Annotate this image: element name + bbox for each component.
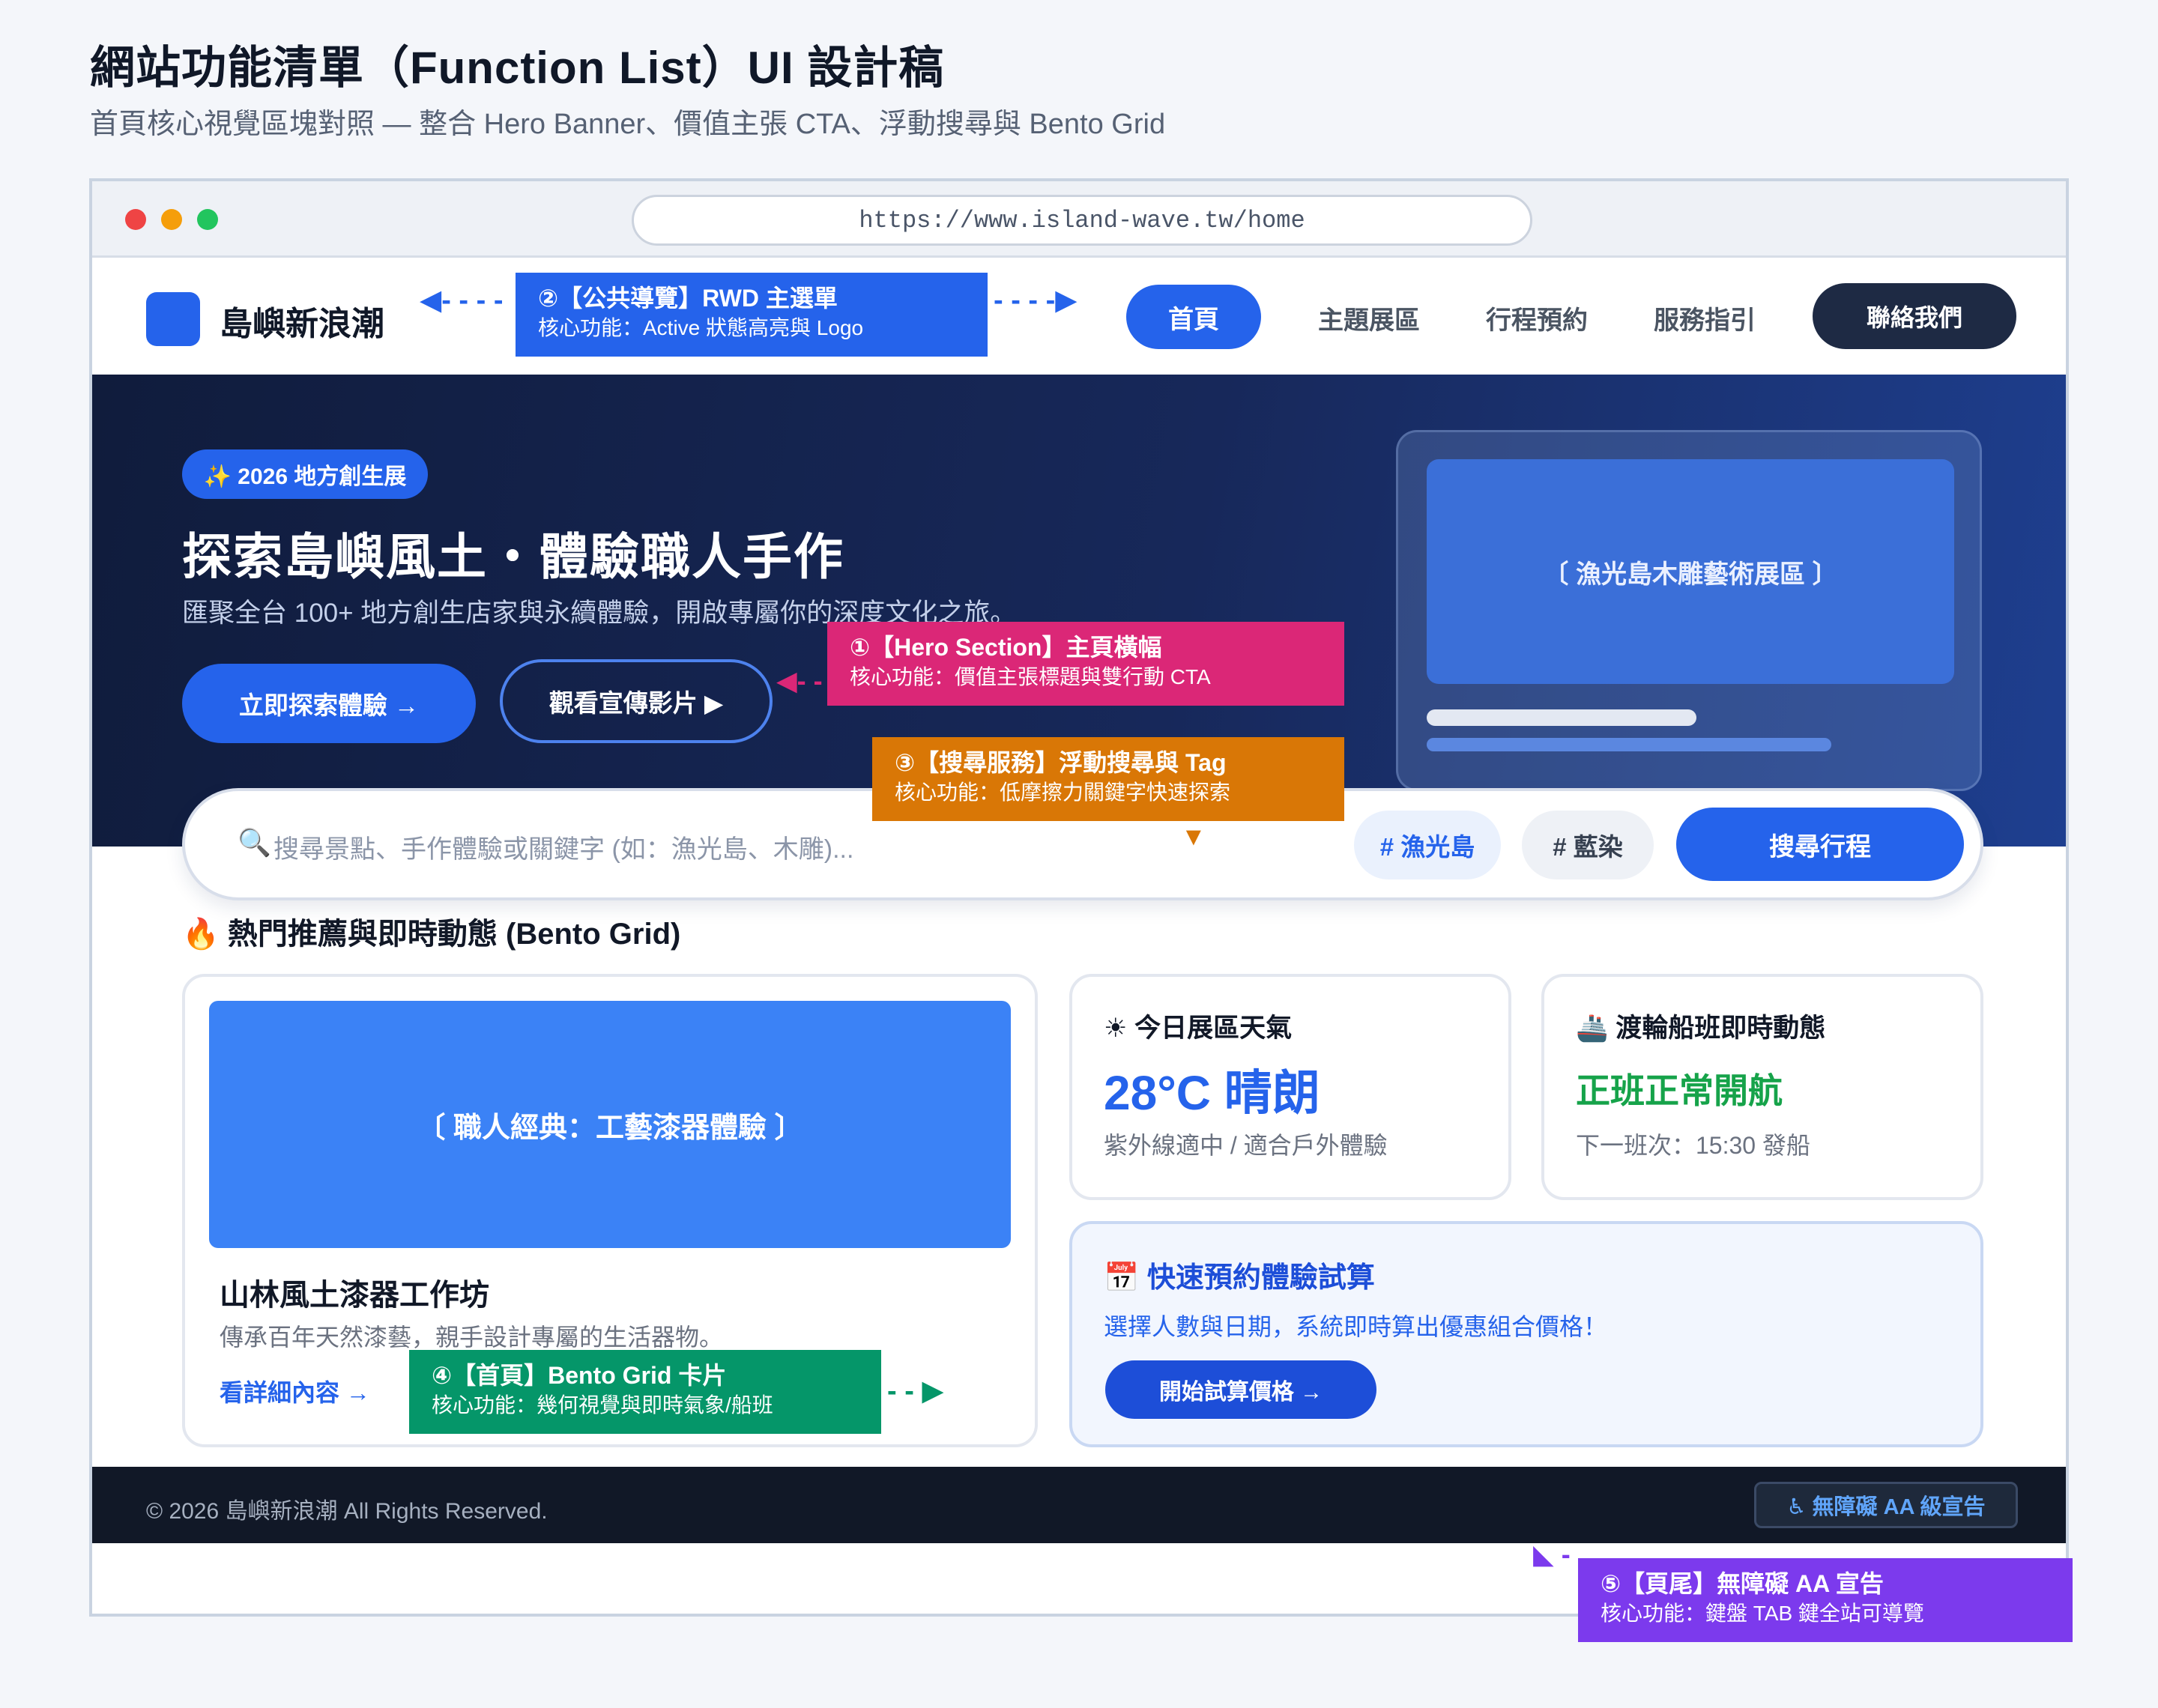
feature-card-desc: 傳承百年天然漆藝，親手設計專屬的生活器物。: [220, 1324, 724, 1351]
search-button[interactable]: 搜尋行程: [1676, 808, 1964, 881]
annotation-footer-sub: 核心功能：鍵盤 TAB 鍵全站可導覽: [1601, 1602, 1924, 1625]
contact-button[interactable]: 聯絡我們: [1813, 283, 2016, 349]
logo-icon[interactable]: [146, 292, 200, 346]
annotation-hero: ①【Hero Section】主頁橫幅 核心功能：價值主張標題與雙行動 CTA: [827, 622, 1344, 706]
annotation-arrow-left: ◀- - - -: [420, 285, 504, 316]
site-navbar: 島嶼新浪潮 首頁 主題展區 行程預約 服務指引 聯絡我們: [92, 258, 2066, 375]
ferry-status: 正班正常開航: [1576, 1071, 1783, 1110]
annotation-arrow-right: - - - -▶: [994, 285, 1078, 316]
weather-title: ☀ 今日展區天氣: [1104, 1014, 1293, 1043]
booking-title: 📅 快速預約體驗試算: [1104, 1262, 1375, 1294]
annotation-bento: ④【首頁】Bento Grid 卡片 核心功能：幾何視覺與即時氣象/船班: [409, 1350, 881, 1434]
page-subtitle: 首頁核心視覺區塊對照 — 整合 Hero Banner、價值主張 CTA、浮動搜…: [90, 109, 1166, 140]
page-title: 網站功能清單（Function List）UI 設計稿: [90, 43, 945, 93]
weather-card: ☀ 今日展區天氣 28°C 晴朗 紫外線適中 / 適合戶外體驗: [1069, 974, 1511, 1200]
nav-item-themes[interactable]: 主題展區: [1318, 300, 1420, 336]
nav-item-home[interactable]: 首頁: [1126, 285, 1261, 349]
copyright-text: © 2026 島嶼新浪潮 All Rights Reserved.: [146, 1499, 548, 1524]
nav-item-guide[interactable]: 服務指引: [1654, 300, 1756, 336]
annotation-arrow-up: ◣ -: [1533, 1539, 1571, 1569]
annotation-bento-sub: 核心功能：幾何視覺與即時氣象/船班: [432, 1393, 773, 1417]
annotation-search: ③【搜尋服務】浮動搜尋與 Tag 核心功能：低摩擦力關鍵字快速探索: [872, 737, 1344, 821]
address-bar[interactable]: https://www.island-wave.tw/home: [632, 195, 1532, 246]
ferry-note: 下一班次：15:30 發船: [1576, 1132, 1810, 1159]
annotation-nav-sub: 核心功能：Active 狀態高亮與 Logo: [538, 316, 864, 339]
browser-window: https://www.island-wave.tw/home 島嶼新浪潮 首頁…: [89, 178, 2069, 1617]
annotation-arrow-right: - - ▶: [887, 1375, 944, 1407]
annotation-search-title: ③【搜尋服務】浮動搜尋與 Tag: [895, 749, 1227, 776]
hero-title: 探索島嶼風土・體驗職人手作: [182, 529, 844, 584]
annotation-nav: ②【公共導覽】RWD 主選單 核心功能：Active 狀態高亮與 Logo: [516, 273, 988, 357]
annotation-arrow-left: ◀- -: [776, 665, 823, 696]
feature-card-image: 〔 職人經典：工藝漆器體驗 〕: [209, 1001, 1011, 1248]
skeleton-line: [1427, 738, 1831, 751]
search-icon: 🔍: [238, 827, 271, 858]
search-input[interactable]: 搜尋景點、手作體驗或關鍵字 (如：漁光島、木雕)...: [273, 829, 853, 865]
minimize-window-dot[interactable]: [161, 209, 182, 230]
search-tag[interactable]: # 藍染: [1522, 811, 1654, 879]
annotation-nav-title: ②【公共導覽】RWD 主選單: [538, 285, 838, 312]
skeleton-line: [1427, 709, 1696, 726]
feature-card-link[interactable]: 看詳細內容 →: [220, 1374, 370, 1408]
accessibility-statement-link[interactable]: ♿ 無障礙 AA 級宣告: [1754, 1482, 2018, 1528]
calculate-price-button[interactable]: 開始試算價格 →: [1105, 1360, 1376, 1419]
weather-note: 紫外線適中 / 適合戶外體驗: [1104, 1132, 1388, 1159]
annotation-footer-title: ⑤【頁尾】無障礙 AA 宣告: [1601, 1570, 1884, 1597]
close-window-dot[interactable]: [125, 209, 146, 230]
nav-item-booking[interactable]: 行程預約: [1486, 300, 1588, 336]
weather-value: 28°C 晴朗: [1104, 1066, 1320, 1120]
annotation-bento-title: ④【首頁】Bento Grid 卡片: [432, 1362, 727, 1389]
ferry-title: 🚢 渡輪船班即時動態: [1576, 1014, 1826, 1043]
explore-button[interactable]: 立即探索體驗 →: [182, 664, 476, 743]
hero-showcase-image: 〔 漁光島木雕藝術展區 〕: [1427, 459, 1954, 684]
annotation-arrow-down: ▼: [1181, 823, 1206, 851]
booking-desc: 選擇人數與日期，系統即時算出優惠組合價格！: [1104, 1313, 1608, 1340]
logo-text[interactable]: 島嶼新浪潮: [220, 297, 384, 345]
hero-showcase-card[interactable]: 〔 漁光島木雕藝術展區 〕: [1396, 430, 1982, 791]
annotation-search-sub: 核心功能：低摩擦力關鍵字快速探索: [895, 781, 1231, 804]
maximize-window-dot[interactable]: [197, 209, 218, 230]
booking-card: 📅 快速預約體驗試算 選擇人數與日期，系統即時算出優惠組合價格！ 開始試算價格 …: [1069, 1221, 1983, 1447]
ferry-card: 🚢 渡輪船班即時動態 正班正常開航 下一班次：15:30 發船: [1541, 974, 1983, 1200]
search-tag[interactable]: # 漁光島: [1354, 811, 1501, 879]
browser-chrome: https://www.island-wave.tw/home: [92, 181, 2066, 258]
watch-video-button[interactable]: 觀看宣傳影片 ▶: [500, 659, 773, 743]
site-footer: © 2026 島嶼新浪潮 All Rights Reserved. ♿ 無障礙 …: [92, 1467, 2066, 1543]
section-title: 🔥 熱門推薦與即時動態 (Bento Grid): [182, 918, 681, 951]
annotation-footer: ⑤【頁尾】無障礙 AA 宣告 核心功能：鍵盤 TAB 鍵全站可導覽: [1578, 1558, 2073, 1642]
feature-card-title: 山林風土漆器工作坊: [220, 1279, 489, 1312]
hero-badge: ✨ 2026 地方創生展: [182, 449, 428, 499]
annotation-hero-sub: 核心功能：價值主張標題與雙行動 CTA: [850, 665, 1211, 688]
annotation-hero-title: ①【Hero Section】主頁橫幅: [850, 634, 1162, 661]
